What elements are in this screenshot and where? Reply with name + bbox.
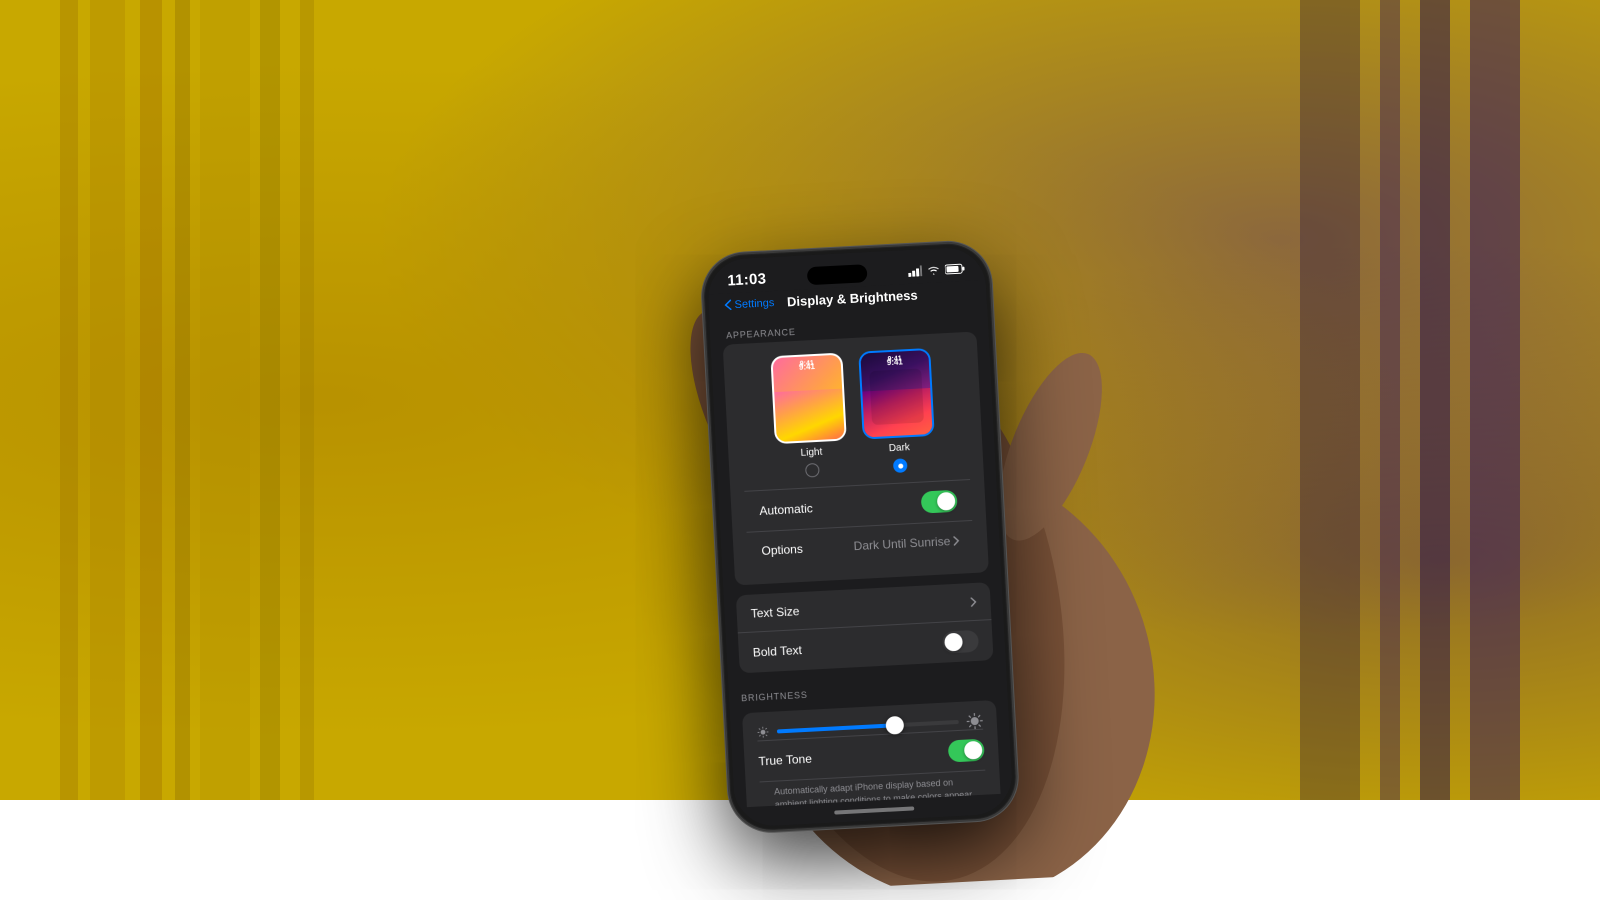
back-label: Settings bbox=[734, 297, 774, 311]
phone: 11:03 bbox=[700, 240, 1020, 834]
options-value: Dark Until Sunrise bbox=[853, 534, 959, 554]
brightness-card: True Tone Automatically adapt iPhone dis… bbox=[742, 700, 1003, 808]
light-radio[interactable] bbox=[805, 463, 820, 478]
page-title: Display & Brightness bbox=[774, 287, 931, 310]
screen-content[interactable]: APPEARANCE 9:41 bbox=[709, 307, 1012, 808]
light-mode-label: Light bbox=[800, 447, 822, 459]
text-size-card: Text Size Bold Text bbox=[736, 582, 994, 673]
automatic-toggle[interactable] bbox=[921, 490, 958, 514]
bold-text-label: Bold Text bbox=[752, 643, 802, 660]
text-size-chevron-icon bbox=[970, 596, 977, 606]
wifi-icon bbox=[927, 264, 941, 275]
status-icons bbox=[908, 263, 965, 277]
bold-text-toggle[interactable] bbox=[942, 630, 979, 654]
true-tone-knob bbox=[964, 741, 983, 760]
battery-icon bbox=[945, 263, 966, 275]
light-preview-wallpaper: 9:41 bbox=[772, 355, 844, 442]
brightness-low-icon bbox=[757, 726, 770, 739]
phone-screen: 11:03 bbox=[706, 246, 1013, 828]
back-button[interactable]: Settings bbox=[724, 297, 774, 312]
brightness-section: BRIGHTNESS bbox=[740, 670, 1002, 808]
slider-fill bbox=[777, 723, 895, 733]
bold-toggle-knob bbox=[944, 633, 963, 652]
text-size-chevron bbox=[970, 596, 977, 606]
automatic-label: Automatic bbox=[759, 501, 813, 518]
light-mode-option[interactable]: 9:41 Light bbox=[770, 353, 848, 480]
dark-mode-option[interactable]: 9:41 Dark bbox=[858, 348, 936, 475]
brightness-high-icon bbox=[966, 713, 983, 730]
dark-mode-label: Dark bbox=[888, 442, 910, 454]
appearance-container: 9:41 Light bbox=[723, 331, 989, 585]
options-label: Options bbox=[761, 542, 803, 558]
light-preview: 9:41 bbox=[770, 353, 847, 445]
true-tone-label: True Tone bbox=[758, 752, 812, 769]
status-time: 11:03 bbox=[727, 270, 767, 289]
scene: 11:03 bbox=[0, 0, 1600, 800]
true-tone-toggle[interactable] bbox=[948, 739, 985, 763]
chevron-right-icon bbox=[953, 536, 960, 546]
toggle-knob bbox=[937, 492, 956, 511]
text-size-label: Text Size bbox=[750, 604, 799, 621]
dark-radio[interactable] bbox=[893, 458, 908, 473]
phone-in-hand: 11:03 bbox=[700, 240, 1020, 834]
appearance-options: 9:41 Light bbox=[737, 346, 969, 481]
home-bar bbox=[834, 806, 914, 814]
dark-preview-wallpaper: 9:41 bbox=[860, 350, 932, 437]
back-chevron-icon bbox=[724, 299, 732, 310]
signal-icon bbox=[908, 265, 923, 277]
dark-preview: 9:41 bbox=[858, 348, 935, 440]
